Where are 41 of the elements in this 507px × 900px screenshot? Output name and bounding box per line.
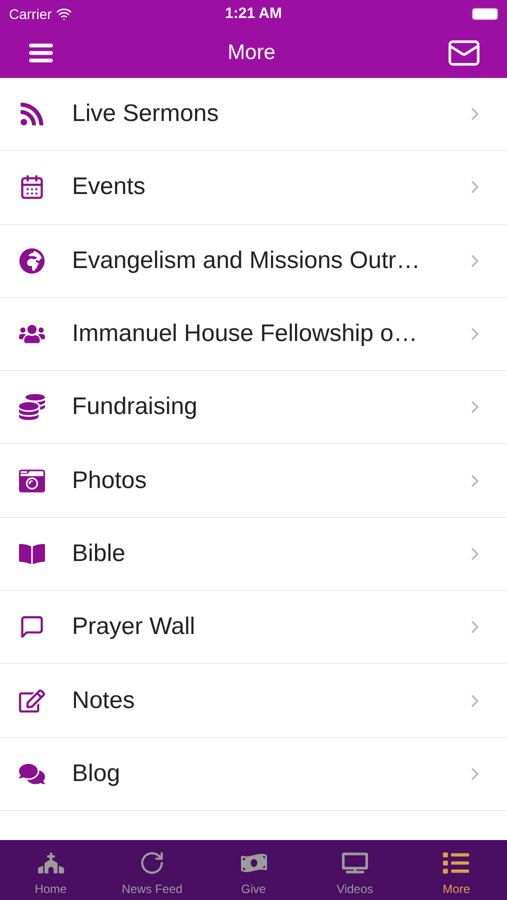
menu-item[interactable]: Fundraising: [0, 371, 507, 444]
menu-item[interactable]: Blog: [0, 738, 507, 811]
tv-icon: [342, 850, 368, 876]
menu-item-label: Prayer Wall: [72, 612, 196, 642]
tab-item[interactable]: More: [406, 840, 507, 900]
menu-item-label: Bible: [72, 538, 126, 569]
menu-item-label: Blog: [72, 758, 122, 789]
menu-item[interactable]: Live Sermons: [0, 78, 507, 152]
carrier-label: Carrier: [9, 4, 52, 24]
tab-item[interactable]: Videos: [304, 840, 406, 900]
globe-icon: [19, 248, 45, 274]
menu-item[interactable]: Photos: [0, 444, 507, 518]
menu-item[interactable]: Prayer Wall: [0, 591, 507, 664]
menu-item[interactable]: Immanuel House Fellowship o…: [0, 298, 507, 372]
refresh-icon: [139, 850, 166, 876]
menu-item-label: Live Sermons: [72, 99, 220, 130]
rss-icon: [19, 101, 45, 128]
menu-item[interactable]: Notes: [0, 664, 507, 738]
status-time: 1:21 AM: [225, 4, 282, 24]
menu-item-label: Events: [72, 172, 146, 202]
menu-item-label: Immanuel House Fellowship o…: [72, 319, 418, 350]
tab-item[interactable]: Give: [202, 840, 304, 900]
camera-icon: [19, 468, 45, 494]
list-icon: [443, 850, 470, 876]
church-icon: [38, 850, 64, 876]
calendar-icon: [19, 174, 45, 200]
menu-item-label: Evangelism and Missions Outr…: [72, 246, 422, 276]
battery-icon: [472, 8, 498, 20]
nav-title: More: [228, 40, 276, 66]
wifi-icon: [56, 6, 72, 22]
menu-item-label: Notes: [72, 686, 136, 716]
menu-item-label: Fundraising: [72, 392, 198, 422]
tab-item[interactable]: Home: [0, 840, 102, 900]
menu-item[interactable]: Events: [0, 151, 507, 225]
speech-bubble-icon: [19, 614, 45, 640]
edit-icon: [19, 688, 45, 714]
tab-item[interactable]: News Feed: [101, 840, 203, 900]
menu-item[interactable]: Bible: [0, 518, 507, 592]
menu-item-label: Photos: [72, 466, 148, 496]
menu-item[interactable]: Evangelism and Missions Outr…: [0, 224, 507, 298]
coins-icon: [19, 394, 45, 420]
